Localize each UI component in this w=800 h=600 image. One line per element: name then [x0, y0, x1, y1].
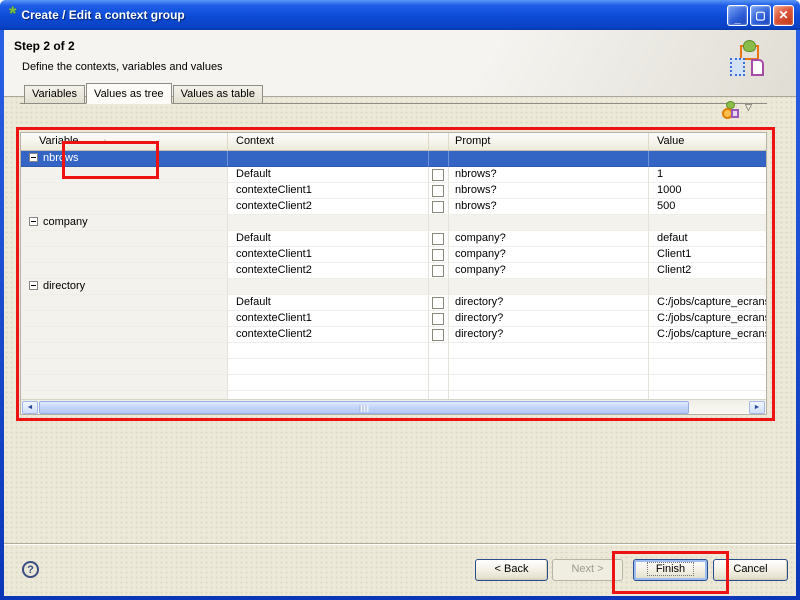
back-button[interactable]: < Back — [475, 559, 548, 581]
app-icon: * — [9, 8, 16, 22]
tab-values-as-tree[interactable]: Values as tree — [86, 83, 172, 104]
dialog-window: * Create / Edit a context group _ ▢ ✕ St… — [0, 0, 800, 600]
view-menu-dropdown-icon[interactable]: ▽ — [745, 102, 752, 113]
footer-separator — [4, 543, 796, 545]
icon-green-blob — [743, 40, 756, 52]
tab-bar: Variables Values as tree Values as table — [20, 83, 767, 104]
step-title: Step 2 of 2 — [14, 39, 75, 53]
icon-blue-doc — [730, 58, 745, 76]
step-description: Define the contexts, variables and value… — [22, 61, 223, 73]
annotation-table — [16, 127, 775, 421]
context-view-icon[interactable] — [721, 101, 739, 123]
help-icon[interactable]: ? — [22, 561, 39, 578]
maximize-button[interactable]: ▢ — [750, 5, 771, 26]
minimize-button[interactable]: _ — [727, 5, 748, 26]
context-group-icon — [730, 42, 768, 82]
icon-purple-page — [751, 59, 764, 76]
tab-values-as-table[interactable]: Values as table — [173, 85, 263, 103]
annotation-finish-button — [612, 551, 729, 594]
titlebar[interactable]: * Create / Edit a context group _ ▢ ✕ — [0, 0, 800, 30]
icon-purple-box — [731, 109, 739, 118]
close-button[interactable]: ✕ — [773, 5, 794, 26]
tab-variables[interactable]: Variables — [24, 85, 85, 103]
window-title: Create / Edit a context group — [21, 8, 727, 22]
dialog-content: Step 2 of 2 Define the contexts, variabl… — [4, 30, 796, 596]
